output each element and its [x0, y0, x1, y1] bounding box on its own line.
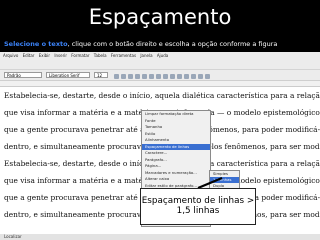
instruction-keyword-figure: conforme a figura	[219, 40, 278, 48]
numbering-icon[interactable]	[163, 74, 168, 79]
format-buttons-group	[112, 72, 210, 79]
bullets-icon[interactable]	[170, 74, 175, 79]
menu-view[interactable]: Exibir	[39, 53, 50, 58]
callout-box: Espaçamento de linhas > 1,5 linhas	[140, 188, 256, 225]
menu-window[interactable]: Janela	[140, 53, 152, 58]
highlight-icon[interactable]	[198, 74, 203, 79]
menu-edit[interactable]: Editar	[23, 53, 35, 58]
font-name-combo[interactable]: Liberation Serif	[46, 72, 90, 78]
decrease-indent-icon[interactable]	[177, 74, 182, 79]
font-size-combo[interactable]: 12	[94, 72, 108, 78]
menu-file[interactable]: Arquivo	[3, 53, 18, 58]
menu-tools[interactable]: Ferramentas	[111, 53, 136, 58]
bold-icon[interactable]	[114, 74, 119, 79]
instruction-keyword-select: Selecione o texto	[4, 40, 68, 48]
callout-line-2: 1,5 linhas	[176, 206, 220, 216]
instruction-text: , clique com o botão direito e escolha a…	[67, 40, 220, 48]
increase-indent-icon[interactable]	[184, 74, 189, 79]
menu-insert[interactable]: Inserir	[54, 53, 67, 58]
background-color-icon[interactable]	[205, 74, 210, 79]
menu-format[interactable]: Formatar	[71, 53, 89, 58]
standard-toolbar	[0, 60, 320, 75]
slide-instruction: Selecione o texto, clique com o botão di…	[4, 38, 320, 50]
font-color-icon[interactable]	[191, 74, 196, 79]
underline-icon[interactable]	[128, 74, 133, 79]
align-center-icon[interactable]	[142, 74, 147, 79]
formatting-toolbar: Padrão Liberation Serif 12	[0, 70, 320, 81]
align-right-icon[interactable]	[149, 74, 154, 79]
menu-help[interactable]: Ajuda	[157, 53, 168, 58]
align-left-icon[interactable]	[135, 74, 140, 79]
menu-table[interactable]: Tabela	[94, 53, 107, 58]
slide-title: Espaçamento	[88, 5, 232, 29]
status-bar: Localizar	[0, 234, 320, 240]
justify-icon[interactable]	[156, 74, 161, 79]
doc-line: Estabelecia-se, destarte, desde o início…	[4, 91, 320, 100]
callout-line-1: Espaçamento de linhas >	[141, 196, 255, 206]
italic-icon[interactable]	[121, 74, 126, 79]
menu-bar: Arquivo Editar Exibir Inserir Formatar T…	[0, 52, 320, 60]
paragraph-style-combo[interactable]: Padrão	[4, 72, 42, 78]
